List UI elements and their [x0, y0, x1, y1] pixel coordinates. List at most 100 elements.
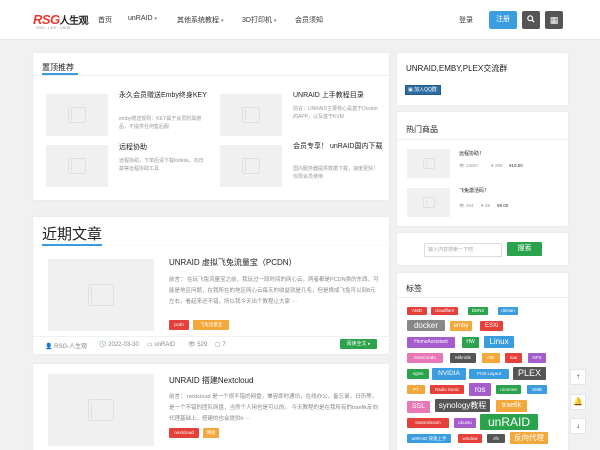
tag-link[interactable]: SSL [407, 401, 430, 413]
product-name[interactable]: 飞兔激活码！ [459, 187, 489, 194]
recent-header: 近期文章 [33, 217, 389, 246]
tag-link[interactable]: PLEX [513, 367, 546, 380]
tags-title: 标签 [406, 284, 422, 293]
product-likes: ♥ 28 [481, 203, 490, 208]
article-tag[interactable]: nextcloud [169, 428, 199, 438]
featured-post-desc: 远程协助，下单后请下载todesk。向日葵等远程协助工具 [119, 158, 204, 172]
featured-post-title[interactable]: UNRAID 上手教程目录 [293, 91, 383, 100]
logo-subtitle: RSG · LIFE · VIEW [36, 25, 71, 30]
join-qq-button[interactable]: ▣ 加入QQ群 [405, 85, 441, 95]
featured-title: 置顶推荐 [42, 63, 74, 72]
featured-post-title[interactable]: 会员专享！ unRAID国内下载 [293, 142, 385, 151]
post-thumbnail[interactable] [46, 145, 108, 187]
nav-membership[interactable]: 会员须知 [295, 15, 323, 25]
product-thumbnail[interactable] [407, 188, 450, 217]
article-tag[interactable]: 网盘 [203, 428, 219, 438]
nav-other-systems[interactable]: 其他系统教程 ▾ [177, 15, 223, 25]
sidebar-search-input[interactable]: 输入内容搜索一下吧 [424, 243, 502, 257]
tag-link[interactable]: transmission [407, 418, 449, 428]
featured-post-title[interactable]: 永久会员赠送Emby终身KEY [119, 91, 209, 100]
clock-icon: 🕓 [99, 342, 107, 348]
tag-link[interactable]: roonmet [496, 385, 521, 394]
arrow-up-icon: ↑ [576, 372, 580, 381]
tag-link[interactable]: AMD [407, 307, 427, 315]
tag-link[interactable]: PCB Layout [469, 369, 509, 379]
article-tag[interactable]: pcdn [169, 320, 189, 330]
tag-link[interactable]: ngins [407, 369, 429, 379]
tag-link[interactable]: unRAID 快速上手 [407, 434, 451, 443]
tag-link[interactable]: Linux [484, 336, 514, 348]
article-date: 🕓 2022-03-30 [99, 342, 139, 348]
tag-link[interactable]: debian [498, 307, 518, 315]
image-placeholder-icon [242, 158, 260, 174]
featured-post-title[interactable]: 远程协助 [119, 143, 209, 152]
login-link[interactable]: 登录 [459, 15, 473, 25]
scroll-bottom-button[interactable]: ↓ [570, 418, 586, 434]
tag-link[interactable]: ESXi [480, 321, 503, 331]
tag-link[interactable]: HW [462, 337, 479, 348]
image-placeholder-icon [88, 399, 114, 421]
tag-link[interactable]: HomeAssistant [407, 337, 455, 348]
image-placeholder-icon [422, 158, 435, 169]
article-thumbnail[interactable] [48, 259, 154, 331]
tag-link[interactable]: Mikrotik [450, 353, 476, 363]
tag-link[interactable]: NVIDIA [432, 368, 466, 380]
tag-link[interactable]: unRAID [480, 414, 538, 430]
tag-link[interactable]: 反向代理 [510, 432, 548, 444]
tag-link[interactable]: ros [469, 383, 491, 396]
article-excerpt: 前言： 在玩飞兔流量宝之前，我玩过一段时间的网心云，两者都是PCDN类的东西，可… [169, 277, 379, 305]
post-thumbnail[interactable] [220, 145, 282, 187]
article-thumbnail[interactable] [48, 374, 154, 446]
nav-unraid[interactable]: unRAID ▾ [128, 15, 157, 22]
tag-link[interactable]: zfs [487, 434, 505, 443]
image-placeholder-icon [68, 158, 86, 174]
tag-link[interactable]: synology教程 [435, 399, 490, 412]
search-button[interactable] [522, 11, 540, 29]
search-icon [527, 15, 535, 25]
heart-icon: ♥ [491, 163, 494, 168]
tag-link[interactable]: cloudflare [431, 307, 458, 315]
sidebar-search-button[interactable]: 搜索 [507, 242, 542, 256]
shop-widget: 热门商品 远程协助！ 👁 13067 ♥ 289 ¥10.00 飞兔激活码！ 👁… [397, 112, 568, 226]
post-thumbnail[interactable] [220, 94, 282, 136]
article-title[interactable]: UNRAID 虚拟飞兔流量宝（PCDN） [169, 257, 297, 268]
scroll-top-button[interactable]: ↑ [570, 369, 586, 385]
menu-button[interactable]: ▦ [545, 11, 563, 29]
tag-link[interactable]: SMB [527, 385, 547, 394]
tag-link[interactable]: DDNS [468, 307, 488, 315]
tag-link[interactable]: MiniConda [407, 353, 443, 363]
article-author[interactable]: 👤 RSG-人生观 [45, 341, 87, 350]
bell-icon: 🔔 [573, 397, 583, 406]
group-title: UNRAID,EMBY,PLEX交流群 [406, 64, 508, 73]
nav-home[interactable]: 首页 [98, 15, 112, 25]
tag-link[interactable]: NFS [528, 353, 546, 363]
tag-link[interactable]: nas [505, 353, 522, 363]
article-tag[interactable]: 飞兔流量宝 [193, 320, 229, 330]
product-thumbnail[interactable] [407, 149, 450, 178]
site-header: RSG人生观 RSG · LIFE · VIEW 首页 unRAID ▾ 其他系… [0, 0, 600, 40]
tag-link[interactable]: traefik [496, 400, 527, 412]
read-more-button[interactable]: 阅读全文 ▸ [340, 339, 377, 349]
article-card: UNRAID 搭建Nextcloud 前言： nextcloud 是一个很不错的… [33, 364, 389, 450]
tag-link[interactable]: docker [407, 320, 445, 331]
image-placeholder-icon [422, 197, 435, 208]
product-name[interactable]: 远程协助！ [459, 150, 484, 157]
tag-link[interactable]: window [458, 434, 482, 443]
tag-link[interactable]: emby [450, 321, 472, 331]
notification-button[interactable]: 🔔 [570, 394, 586, 410]
image-placeholder-icon [68, 107, 86, 123]
divider [397, 139, 568, 140]
article-category[interactable]: ▭ unRAID [147, 341, 175, 348]
tag-link[interactable]: mtk [482, 353, 500, 363]
tag-link[interactable]: Radio Sonic [430, 385, 464, 394]
tag-link[interactable]: ubuntu [454, 418, 476, 428]
product-views: 👁 13067 [459, 163, 479, 168]
tag-link[interactable]: PT [407, 385, 425, 394]
arrow-down-icon: ↓ [576, 421, 580, 430]
register-button[interactable]: 注册 [489, 11, 517, 29]
article-title[interactable]: UNRAID 搭建Nextcloud [169, 375, 253, 386]
arrow-right-icon: ▸ [367, 341, 371, 347]
post-thumbnail[interactable] [46, 94, 108, 136]
article-comments[interactable]: ▢ 7 [215, 341, 226, 348]
nav-3d-printer[interactable]: 3D打印机 ▾ [242, 15, 276, 25]
